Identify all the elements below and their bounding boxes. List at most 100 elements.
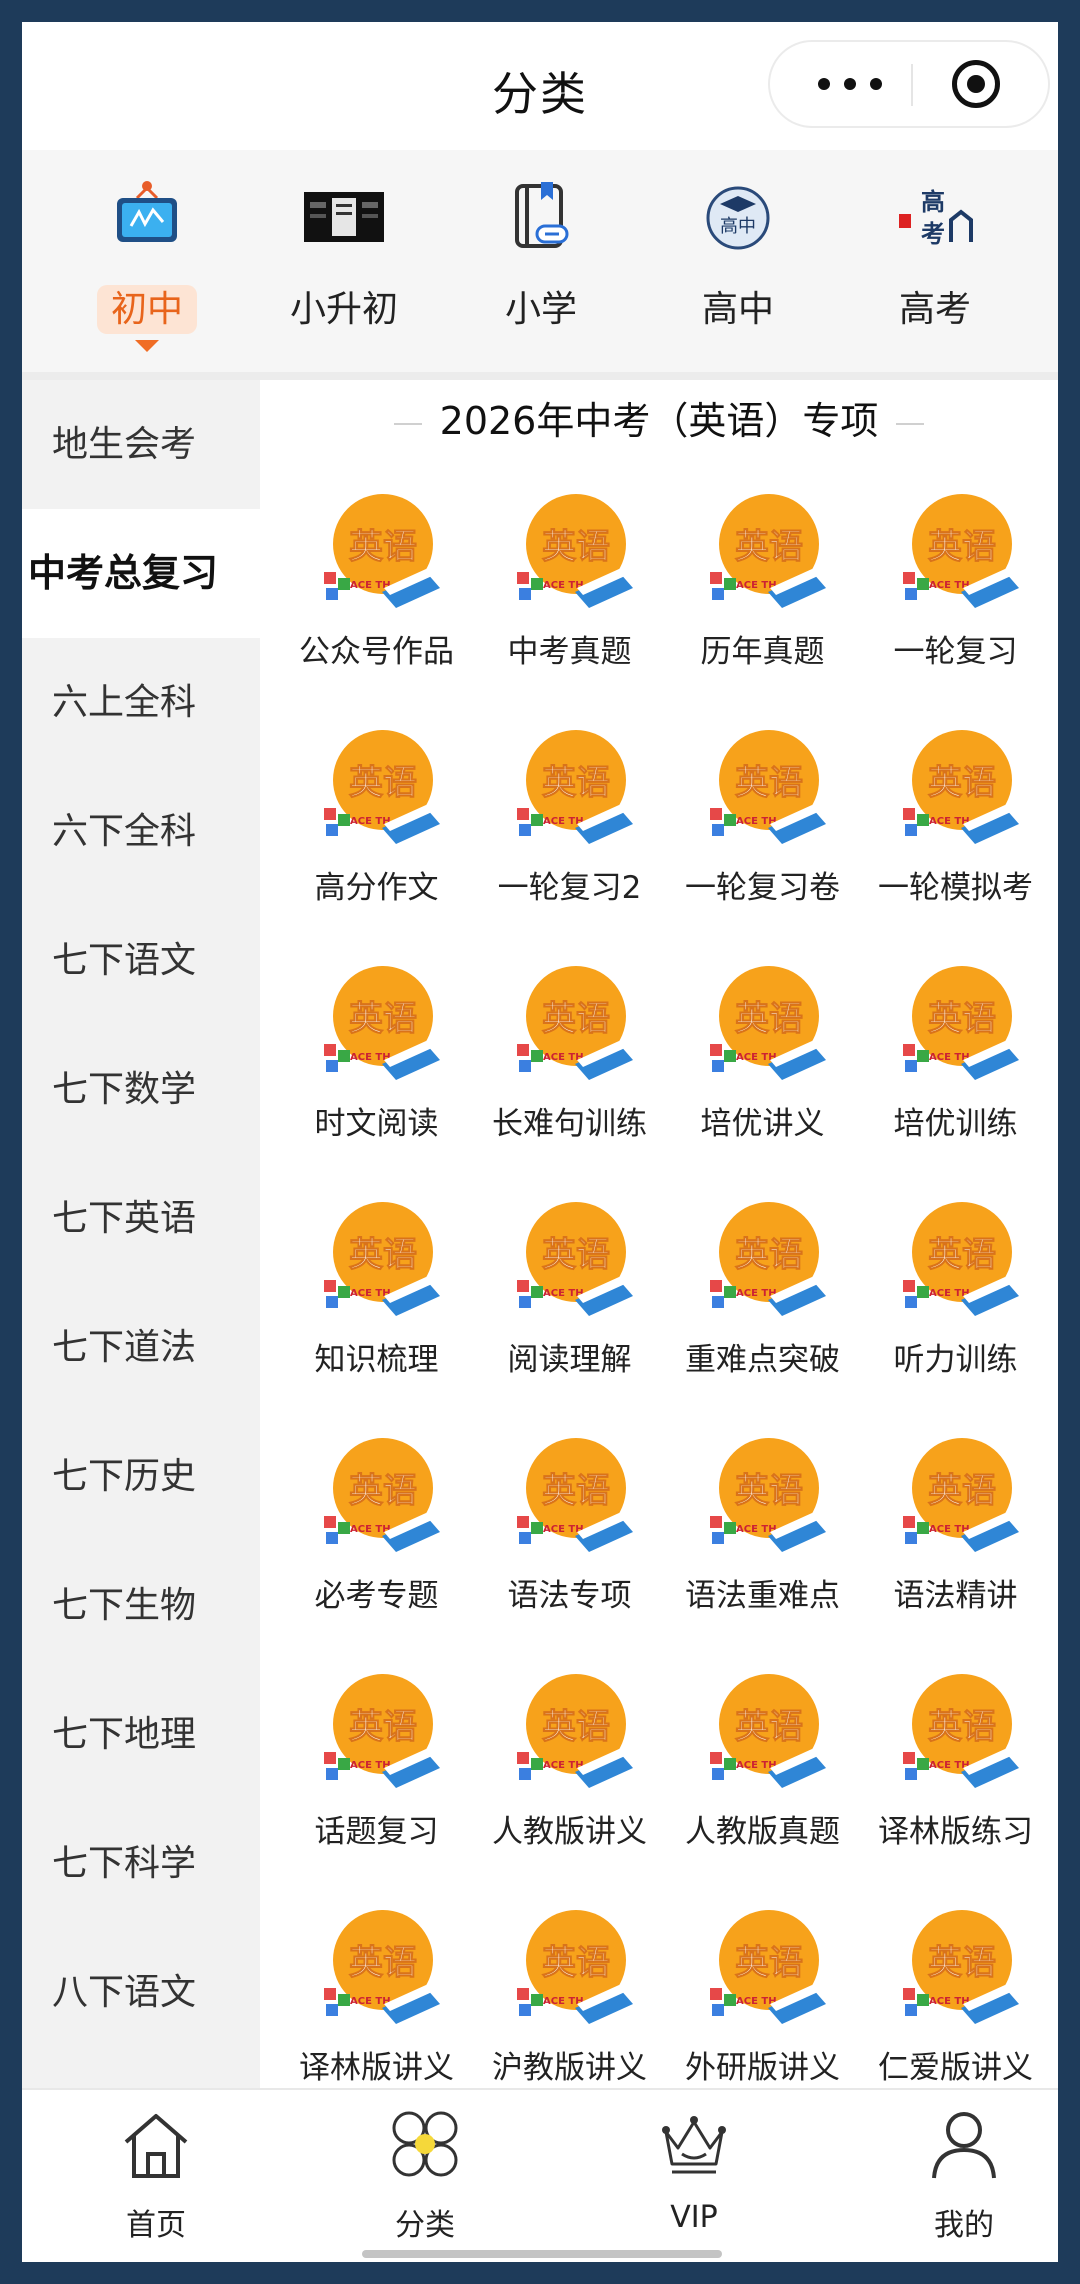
badge-text: 英语 bbox=[542, 527, 610, 567]
resource-tile[interactable]: 英语 ACE TH 阅读理解 bbox=[473, 1196, 666, 1416]
sidebar-item[interactable]: 八下语文 bbox=[22, 1928, 260, 2057]
resource-tile[interactable]: 英语 ACE TH 语法专项 bbox=[473, 1432, 666, 1652]
resource-tile[interactable]: 英语 ACE TH 长难句训练 bbox=[473, 960, 666, 1180]
resource-tile[interactable]: 英语 ACE TH 必考专题 bbox=[280, 1432, 473, 1652]
badge-text: 英语 bbox=[928, 763, 996, 803]
sidebar-item[interactable]: 七下地理 bbox=[22, 1670, 260, 1799]
resource-tile[interactable]: 英语 ACE TH 培优讲义 bbox=[666, 960, 859, 1180]
resource-tile[interactable]: 英语 ACE TH 仁爱版讲义 bbox=[859, 1904, 1052, 2110]
tile-label: 中考真题 bbox=[507, 634, 632, 670]
resource-tile[interactable]: 英语 ACE TH 知识梳理 bbox=[280, 1196, 473, 1416]
mini-program-capsule bbox=[768, 40, 1050, 128]
resource-tile[interactable]: 英语 ACE TH 重难点突破 bbox=[666, 1196, 859, 1416]
english-book-icon: 英语 ACE TH bbox=[899, 488, 1025, 614]
english-book-icon: 英语 ACE TH bbox=[706, 488, 832, 614]
sidebar-item-active[interactable]: 中考总复习 bbox=[22, 509, 260, 638]
nav-category[interactable]: 分类 bbox=[325, 2108, 525, 2248]
level-tab-transition[interactable]: 小升初 bbox=[259, 180, 429, 350]
english-book-icon: 英语 ACE TH bbox=[513, 488, 639, 614]
sidebar-item[interactable]: 七下语文 bbox=[22, 896, 260, 1025]
svg-text:高中: 高中 bbox=[720, 216, 756, 237]
resource-tile[interactable]: 英语 ACE TH 一轮模拟考 bbox=[859, 724, 1052, 944]
badge-text: 英语 bbox=[542, 1943, 610, 1983]
level-tab-gaokao[interactable]: 高 考 高考 bbox=[850, 180, 1020, 350]
resource-tile[interactable]: 英语 ACE TH 中考真题 bbox=[473, 488, 666, 708]
badge-side-text: ACE TH bbox=[543, 1524, 584, 1535]
category-icon bbox=[392, 2111, 458, 2177]
resource-tile[interactable]: 英语 ACE TH 听力训练 bbox=[859, 1196, 1052, 1416]
book-link-icon bbox=[515, 182, 569, 248]
tile-label: 人教版真题 bbox=[685, 1814, 840, 1850]
resource-tile[interactable]: 英语 ACE TH 语法精讲 bbox=[859, 1432, 1052, 1652]
sidebar-item[interactable]: 七下科学 bbox=[22, 1799, 260, 1928]
tile-label: 高分作文 bbox=[314, 870, 439, 906]
resource-tile[interactable]: 英语 ACE TH 培优训练 bbox=[859, 960, 1052, 1180]
nav-label: 分类 bbox=[395, 2208, 455, 2243]
badge-side-text: ACE TH bbox=[543, 1760, 584, 1771]
home-indicator[interactable] bbox=[362, 2250, 722, 2258]
resource-tile[interactable]: 英语 ACE TH 译林版讲义 bbox=[280, 1904, 473, 2110]
sidebar-item[interactable]: 六上全科 bbox=[22, 638, 260, 767]
badge-text: 英语 bbox=[928, 999, 996, 1039]
resource-tile[interactable]: 英语 ACE TH 一轮复习2 bbox=[473, 724, 666, 944]
tile-label: 仁爱版讲义 bbox=[878, 2050, 1033, 2086]
badge-text: 英语 bbox=[349, 763, 417, 803]
badge-side-text: ACE TH bbox=[929, 1052, 970, 1063]
close-target-icon[interactable] bbox=[952, 60, 1000, 108]
section-title: 2026年中考（英语）专项 bbox=[439, 399, 879, 443]
tile-label: 阅读理解 bbox=[507, 1342, 632, 1378]
nav-profile[interactable]: 我的 bbox=[864, 2108, 1058, 2248]
resource-tile[interactable]: 英语 ACE TH 高分作文 bbox=[280, 724, 473, 944]
resource-tile[interactable]: 英语 ACE TH 一轮复习卷 bbox=[666, 724, 859, 944]
tile-label: 时文阅读 bbox=[314, 1106, 439, 1142]
resource-tile[interactable]: 英语 ACE TH 公众号作品 bbox=[280, 488, 473, 708]
nav-home[interactable]: 首页 bbox=[56, 2108, 256, 2248]
english-book-icon: 英语 ACE TH bbox=[513, 1196, 639, 1322]
english-book-icon: 英语 ACE TH bbox=[706, 960, 832, 1086]
level-tab-primary[interactable]: 小学 bbox=[456, 180, 626, 350]
home-icon bbox=[124, 2114, 188, 2178]
resource-tile[interactable]: 英语 ACE TH 语法重难点 bbox=[666, 1432, 859, 1652]
resource-tile[interactable]: 英语 ACE TH 人教版真题 bbox=[666, 1668, 859, 1888]
resource-tile[interactable]: 英语 ACE TH 话题复习 bbox=[280, 1668, 473, 1888]
more-icon[interactable] bbox=[808, 42, 908, 126]
sidebar-item[interactable]: 七下数学 bbox=[22, 1025, 260, 1154]
sidebar-item[interactable]: 六下全科 bbox=[22, 767, 260, 896]
english-book-icon: 英语 ACE TH bbox=[899, 1432, 1025, 1558]
sidebar-item[interactable]: 七下生物 bbox=[22, 1541, 260, 1670]
english-book-icon: 英语 ACE TH bbox=[706, 1196, 832, 1322]
badge-side-text: ACE TH bbox=[543, 1052, 584, 1063]
content-panel: 2026年中考（英语）专项 英语 ACE TH 公众号作品 英语 ACE TH 中考真题英… bbox=[260, 380, 1058, 2110]
badge-text: 英语 bbox=[735, 1707, 803, 1747]
nav-vip[interactable]: VIP bbox=[594, 2108, 794, 2248]
english-book-icon: 英语 ACE TH bbox=[320, 960, 446, 1086]
resource-tile[interactable]: 英语 ACE TH 外研版讲义 bbox=[666, 1904, 859, 2110]
sidebar-item[interactable]: 七下英语 bbox=[22, 1154, 260, 1283]
level-tab-junior[interactable]: 初中 bbox=[62, 180, 232, 352]
tile-label: 译林版讲义 bbox=[299, 2050, 454, 2086]
badge-text: 英语 bbox=[542, 1235, 610, 1275]
english-book-icon: 英语 ACE TH bbox=[320, 1904, 446, 2030]
resource-tile[interactable]: 英语 ACE TH 历年真题 bbox=[666, 488, 859, 708]
resource-tile[interactable]: 英语 ACE TH 沪教版讲义 bbox=[473, 1904, 666, 2110]
badge-side-text: ACE TH bbox=[929, 1524, 970, 1535]
resource-tile[interactable]: 英语 ACE TH 人教版讲义 bbox=[473, 1668, 666, 1888]
sidebar-item[interactable]: 七下历史 bbox=[22, 1412, 260, 1541]
sidebar-item[interactable]: 七下道法 bbox=[22, 1283, 260, 1412]
resource-tile[interactable]: 英语 ACE TH 译林版练习 bbox=[859, 1668, 1052, 1888]
tile-label: 语法精讲 bbox=[893, 1578, 1018, 1614]
resource-tile[interactable]: 英语 ACE TH 时文阅读 bbox=[280, 960, 473, 1180]
tile-label: 语法专项 bbox=[507, 1578, 632, 1614]
badge-side-text: ACE TH bbox=[350, 1288, 391, 1299]
nav-label: 我的 bbox=[934, 2208, 994, 2243]
level-tab-senior[interactable]: 高中 高中 bbox=[653, 180, 823, 350]
sidebar-item[interactable]: 地生会考 bbox=[22, 380, 260, 509]
english-book-icon: 英语 ACE TH bbox=[899, 724, 1025, 850]
tile-label: 沪教版讲义 bbox=[492, 2050, 647, 2086]
level-label: 初中 bbox=[96, 285, 197, 334]
resource-tile[interactable]: 英语 ACE TH 一轮复习 bbox=[859, 488, 1052, 708]
tile-label: 重难点突破 bbox=[685, 1342, 840, 1378]
english-book-icon: 英语 ACE TH bbox=[513, 724, 639, 850]
english-book-icon: 英语 ACE TH bbox=[513, 1904, 639, 2030]
english-book-icon: 英语 ACE TH bbox=[513, 1668, 639, 1794]
